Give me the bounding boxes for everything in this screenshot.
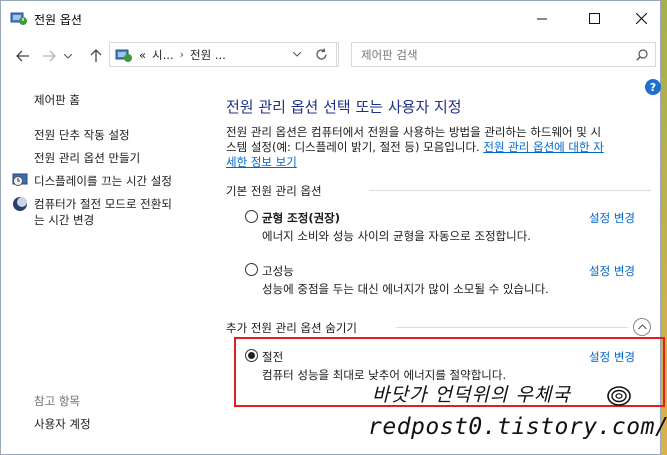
title-bar: 전원 옵션 [1, 1, 660, 35]
watermark-blog-name: 바닷가 언덕위의 우체국 [372, 384, 571, 406]
sidebar-create-power-plan[interactable]: 전원 관리 옵션 만들기 [34, 150, 140, 166]
close-button[interactable] [618, 1, 664, 35]
description-line-1: 전원 관리 옵션은 컴퓨터에서 전원을 사용하는 방법을 관리하는 하드웨어 및… [226, 125, 602, 139]
plan-high-performance-change-link[interactable]: 설정 변경 [589, 263, 635, 279]
collapse-extra-plans-button[interactable] [633, 318, 651, 336]
sidebar: 제어판 홈 전원 단추 작동 설정 전원 관리 옵션 만들기 디스플레이를 끄는… [1, 75, 206, 455]
sidebar-control-panel-home[interactable]: 제어판 홈 [34, 92, 80, 108]
refresh-button[interactable] [307, 42, 337, 67]
plan-high-performance: 고성능 설정 변경 성능에 중점을 두는 대신 에너지가 많이 소모될 수 있습… [230, 261, 640, 301]
spiral-logo-icon [607, 386, 631, 406]
maximize-icon [588, 12, 600, 24]
page-title: 전원 관리 옵션 선택 또는 사용자 지정 [226, 98, 462, 116]
plan-high-performance-name[interactable]: 고성능 [262, 263, 294, 279]
plan-balanced-radio[interactable] [245, 210, 258, 223]
up-button[interactable] [86, 46, 106, 66]
basic-plans-divider [369, 190, 651, 191]
sidebar-power-button-settings[interactable]: 전원 단추 작동 설정 [34, 127, 130, 143]
plan-balanced-change-link[interactable]: 설정 변경 [589, 210, 635, 226]
address-bar[interactable]: « 시... › 전원 ... [109, 42, 339, 67]
breadcrumb-segment-1[interactable]: 시... [152, 47, 174, 63]
arrow-right-icon [43, 50, 56, 62]
maximize-button[interactable] [571, 1, 617, 35]
sidebar-sleep-time-line2[interactable]: 는 시간 변경 [34, 212, 94, 228]
breadcrumb-segment-2[interactable]: 전원 ... [190, 47, 226, 63]
plan-balanced: 균형 조정(권장) 설정 변경 에너지 소비와 성능 사이의 균형을 자동으로 … [230, 208, 640, 248]
display-clock-icon [12, 173, 28, 186]
minimize-button[interactable] [519, 1, 565, 35]
description-line-2: 스템 설정(예: 디스플레이 밝기, 절전 등) 모음입니다. [226, 140, 484, 154]
plan-balanced-desc: 에너지 소비와 성능 사이의 균형을 자동으로 조정합니다. [262, 229, 531, 243]
page-description: 전원 관리 옵션은 컴퓨터에서 전원을 사용하는 방법을 관리하는 하드웨어 및… [226, 125, 651, 170]
chevron-up-icon [637, 324, 647, 330]
sleep-moon-icon [13, 197, 27, 211]
plan-high-performance-desc: 성능에 중점을 두는 대신 에너지가 많이 소모될 수 있습니다. [262, 282, 549, 296]
plan-balanced-name[interactable]: 균형 조정(권장) [262, 210, 340, 226]
search-icon [636, 48, 648, 61]
control-panel-icon [115, 49, 132, 62]
refresh-icon [316, 48, 327, 60]
back-button[interactable] [13, 46, 33, 66]
search-input[interactable] [361, 44, 629, 65]
see-also-heading: 참고 항목 [34, 394, 80, 408]
search-box [351, 42, 656, 67]
watermark-url: redpost0.tistory.com/ [368, 414, 667, 440]
sidebar-user-accounts[interactable]: 사용자 계정 [34, 416, 91, 432]
arrow-up-icon [90, 49, 102, 62]
minimize-icon [536, 18, 547, 19]
power-options-app-icon [10, 12, 27, 25]
basic-plans-header: 기본 전원 관리 옵션 [226, 184, 322, 198]
chevron-down-icon [64, 53, 72, 59]
chevron-down-icon [293, 52, 301, 57]
recent-locations-button[interactable] [61, 46, 75, 66]
navigation-bar: « 시... › 전원 ... [1, 35, 660, 75]
more-info-link-cont[interactable]: 세한 정보 보기 [226, 155, 297, 169]
sidebar-display-off-time[interactable]: 디스플레이를 끄는 시간 설정 [34, 173, 172, 189]
arrow-left-icon [16, 50, 29, 62]
plan-high-performance-radio[interactable] [245, 263, 258, 276]
close-icon [635, 12, 647, 24]
extra-plans-divider [396, 327, 628, 328]
breadcrumb-overflow[interactable]: « [139, 48, 146, 62]
extra-plans-header: 추가 전원 관리 옵션 숨기기 [226, 321, 358, 335]
window-title: 전원 옵션 [34, 13, 82, 27]
search-button[interactable] [629, 48, 655, 61]
more-info-link[interactable]: 전원 관리 옵션에 대한 자 [483, 140, 603, 154]
sidebar-sleep-time-line1[interactable]: 컴퓨터가 절전 모드로 전환되 [34, 196, 172, 212]
forward-button[interactable] [39, 46, 59, 66]
address-dropdown-button[interactable] [286, 43, 308, 66]
breadcrumb-separator[interactable]: › [180, 48, 184, 61]
